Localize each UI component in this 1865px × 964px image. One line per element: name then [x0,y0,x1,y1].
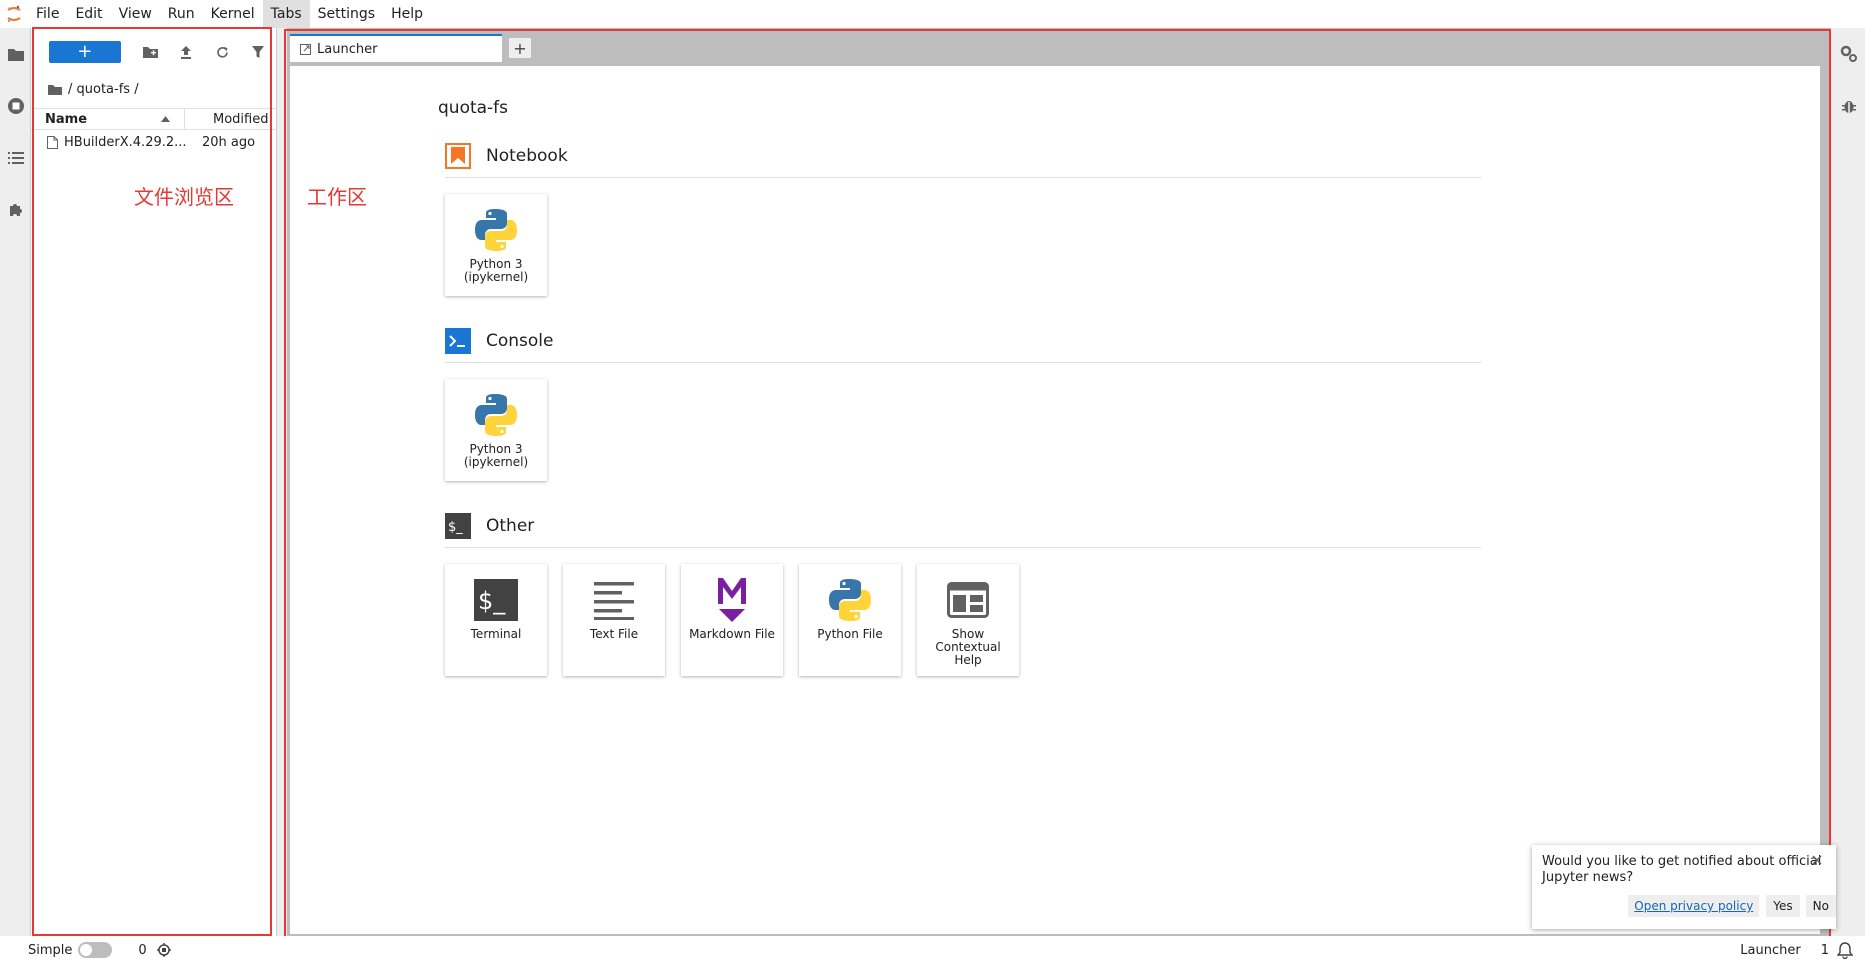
menu-help[interactable]: Help [383,0,431,28]
menu-settings[interactable]: Settings [310,0,383,28]
running-kernels-icon[interactable] [0,80,31,132]
menu-view[interactable]: View [111,0,160,28]
simple-mode-toggle[interactable] [78,942,113,958]
current-activity-label: Launcher [1740,942,1801,958]
menu-edit[interactable]: Edit [67,0,110,28]
work-area-annotation-label: 工作区 [307,185,367,209]
extension-puzzle-icon[interactable] [0,184,31,236]
file-area-annotation-label: 文件浏览区 [134,185,234,209]
file-area-annotation-box [32,27,272,936]
status-bar: Simple 0 Launcher 1 [0,936,1865,964]
close-icon[interactable] [1810,853,1824,867]
menu-kernel[interactable]: Kernel [203,0,263,28]
menu-file[interactable]: File [28,0,67,28]
debugger-bug-icon[interactable] [1831,80,1865,132]
terminal-count[interactable]: 0 [138,943,146,958]
simple-mode-label: Simple [28,942,73,958]
yes-button[interactable]: Yes [1766,895,1800,917]
folder-icon[interactable] [0,28,31,80]
work-area-annotation-box [284,29,1831,943]
right-sidebar-tabs [1830,28,1865,936]
menu-run[interactable]: Run [160,0,203,28]
left-sidebar-tabs [0,28,31,936]
notification-actions: Open privacy policy Yes No [1628,895,1836,917]
jupyter-logo-icon [0,0,28,28]
property-inspector-gears-icon[interactable] [1831,28,1865,80]
no-button[interactable]: No [1805,895,1836,917]
menu-tabs[interactable]: Tabs [262,0,310,28]
privacy-policy-link[interactable]: Open privacy policy [1628,895,1760,917]
kernel-status-icon[interactable] [156,943,171,957]
news-notification-toast: Would you like to get notified about off… [1532,845,1836,929]
toggle-knob [80,944,93,956]
menu-bar: File Edit View Run Kernel Tabs Settings … [0,0,1865,28]
bell-icon[interactable] [1837,941,1853,959]
table-of-contents-icon[interactable] [0,132,31,184]
notification-count[interactable]: 1 [1821,943,1829,958]
notification-message: Would you like to get notified about off… [1542,854,1822,885]
status-bar-right: Launcher 1 [1740,936,1865,964]
